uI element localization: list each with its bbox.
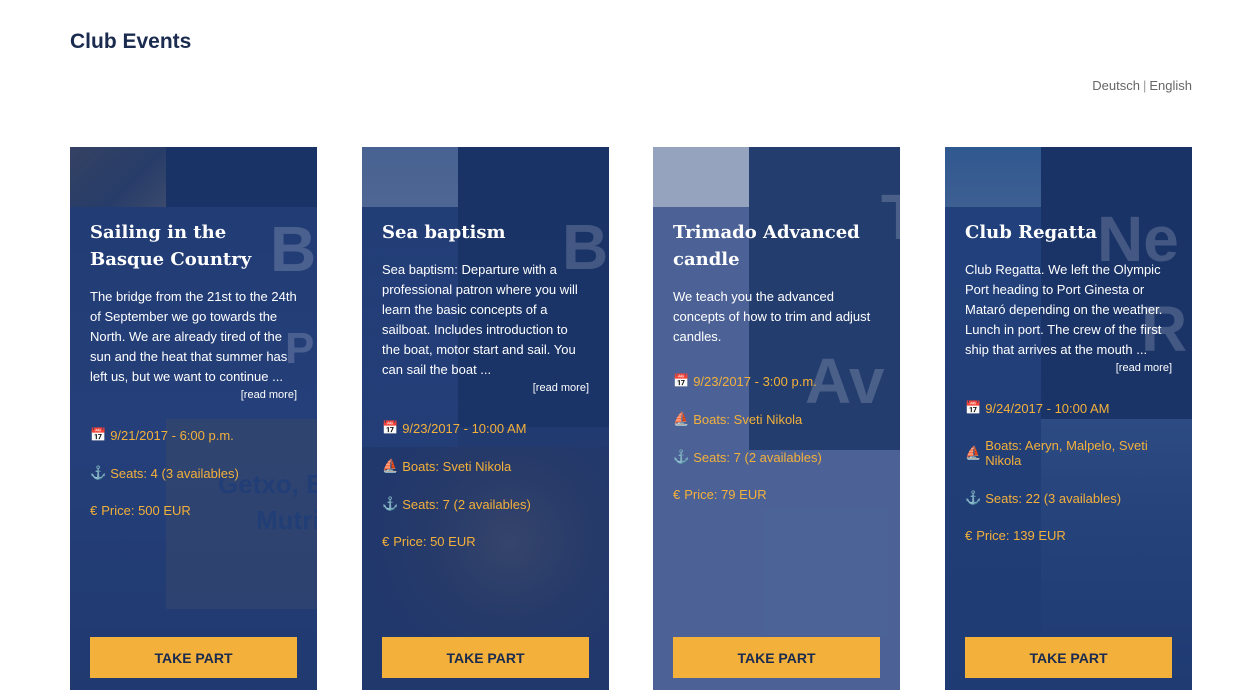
ship-icon: ⛵ bbox=[965, 445, 982, 460]
event-date: 📅 9/24/2017 - 10:00 AM bbox=[965, 400, 1172, 416]
event-boats: ⛵ Boats: Aeryn, Malpelo, Sveti Nikola bbox=[965, 438, 1172, 468]
euro-icon: € bbox=[673, 487, 681, 502]
card-content: Club Regatta Club Regatta. We left the O… bbox=[965, 219, 1172, 543]
event-seats: ⚓ Seats: 7 (2 availables) bbox=[382, 496, 589, 512]
event-price: € Price: 50 EUR bbox=[382, 534, 589, 549]
event-description: We teach you the advanced concepts of ho… bbox=[673, 289, 871, 344]
euro-icon: € bbox=[382, 534, 390, 549]
card-content: Sea baptism Sea baptism: Departure with … bbox=[382, 219, 589, 549]
read-more-link[interactable]: [read more] bbox=[382, 382, 589, 394]
event-boats-text: Boats: Sveti Nikola bbox=[693, 411, 803, 427]
event-title[interactable]: Trimado Advanced candle bbox=[673, 219, 880, 273]
calendar-icon: 📅 bbox=[382, 420, 399, 435]
ship-icon: ⛵ bbox=[673, 411, 690, 426]
event-title[interactable]: Sailing in the Basque Country bbox=[90, 219, 297, 273]
ship-icon: ⛵ bbox=[382, 458, 399, 473]
anchor-icon: ⚓ bbox=[382, 496, 399, 511]
calendar-icon: 📅 bbox=[965, 400, 982, 415]
event-title[interactable]: Sea baptism bbox=[382, 219, 589, 246]
euro-icon: € bbox=[90, 503, 98, 518]
calendar-icon: 📅 bbox=[673, 373, 690, 388]
event-price: € Price: 139 EUR bbox=[965, 528, 1172, 543]
event-seats: ⚓ Seats: 4 (3 availables) bbox=[90, 465, 297, 481]
page-title: Club Events bbox=[70, 30, 192, 53]
read-more-link[interactable]: [read more] bbox=[90, 389, 297, 401]
card-content: Sailing in the Basque Country The bridge… bbox=[90, 219, 297, 518]
event-description: The bridge from the 21st to the 24th of … bbox=[90, 289, 297, 384]
event-date: 📅 9/21/2017 - 6:00 p.m. bbox=[90, 427, 297, 443]
anchor-icon: ⚓ bbox=[673, 449, 690, 464]
language-switcher: Deutsch | English bbox=[1092, 78, 1192, 93]
event-price: € Price: 79 EUR bbox=[673, 487, 880, 502]
event-seats-text: Seats: 7 (2 availables) bbox=[402, 496, 531, 512]
take-part-button[interactable]: TAKE PART bbox=[90, 637, 297, 678]
event-card-basque: B P Getxo, B Mutri Sailing in the Basque… bbox=[70, 147, 317, 690]
take-part-button[interactable]: TAKE PART bbox=[382, 637, 589, 678]
event-card-trimado: T Av Trimado Advanced candle We teach yo… bbox=[653, 147, 900, 690]
event-date-text: 9/23/2017 - 10:00 AM bbox=[402, 420, 527, 436]
event-price-text: Price: 139 EUR bbox=[976, 528, 1066, 543]
card-content: Trimado Advanced candle We teach you the… bbox=[673, 219, 880, 502]
event-price-text: Price: 50 EUR bbox=[393, 534, 476, 549]
event-seats-text: Seats: 22 (3 availables) bbox=[985, 490, 1122, 506]
event-boats-text: Boats: Sveti Nikola bbox=[402, 458, 512, 474]
event-seats: ⚓ Seats: 22 (3 availables) bbox=[965, 490, 1172, 506]
calendar-icon: 📅 bbox=[90, 427, 107, 442]
language-separator: | bbox=[1142, 78, 1147, 93]
language-english-link[interactable]: English bbox=[1149, 78, 1192, 93]
event-boats: ⛵ Boats: Sveti Nikola bbox=[673, 411, 880, 427]
event-seats-text: Seats: 7 (2 availables) bbox=[693, 449, 822, 465]
anchor-icon: ⚓ bbox=[965, 490, 982, 505]
event-date-text: 9/21/2017 - 6:00 p.m. bbox=[110, 427, 234, 443]
take-part-button[interactable]: TAKE PART bbox=[965, 637, 1172, 678]
read-more-link[interactable]: [read more] bbox=[965, 362, 1172, 374]
event-price: € Price: 500 EUR bbox=[90, 503, 297, 518]
event-price-text: Price: 79 EUR bbox=[684, 487, 767, 502]
event-card-regatta: Ne R Club Regatta Club Regatta. We left … bbox=[945, 147, 1192, 690]
event-date: 📅 9/23/2017 - 3:00 p.m. bbox=[673, 373, 880, 389]
take-part-button[interactable]: TAKE PART bbox=[673, 637, 880, 678]
language-deutsch-link[interactable]: Deutsch bbox=[1092, 78, 1140, 93]
event-boats-text: Boats: Aeryn, Malpelo, Sveti Nikola bbox=[985, 438, 1148, 468]
event-description: Sea baptism: Departure with a profession… bbox=[382, 262, 578, 377]
event-description: Club Regatta. We left the Olympic Port h… bbox=[965, 262, 1163, 357]
background-text: T bbox=[881, 185, 900, 249]
euro-icon: € bbox=[965, 528, 973, 543]
event-seats-text: Seats: 4 (3 availables) bbox=[110, 465, 239, 481]
event-card-sea-baptism: B Sea baptism Sea baptism: Departure wit… bbox=[362, 147, 609, 690]
event-date-text: 9/24/2017 - 10:00 AM bbox=[985, 400, 1110, 416]
event-boats: ⛵ Boats: Sveti Nikola bbox=[382, 458, 589, 474]
event-date: 📅 9/23/2017 - 10:00 AM bbox=[382, 420, 589, 436]
event-price-text: Price: 500 EUR bbox=[101, 503, 191, 518]
event-seats: ⚓ Seats: 7 (2 availables) bbox=[673, 449, 880, 465]
event-title[interactable]: Club Regatta bbox=[965, 219, 1172, 246]
anchor-icon: ⚓ bbox=[90, 465, 107, 480]
event-date-text: 9/23/2017 - 3:00 p.m. bbox=[693, 373, 817, 389]
